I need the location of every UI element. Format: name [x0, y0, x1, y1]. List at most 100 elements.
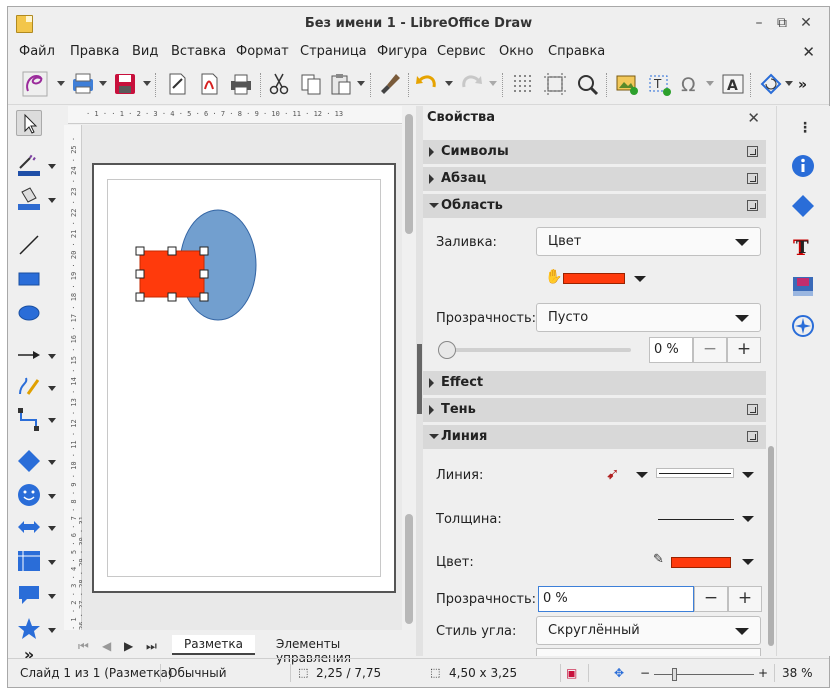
tab-controls[interactable]: Элементы управления: [264, 635, 416, 665]
zoom-level[interactable]: 38 %: [782, 666, 813, 680]
save-dropdown-arrow[interactable]: [143, 81, 151, 86]
zoom-out-button[interactable]: −: [640, 666, 650, 680]
redo-dropdown-arrow[interactable]: [489, 81, 497, 86]
edit-document-icon[interactable]: [164, 71, 190, 97]
connectors-icon[interactable]: [16, 406, 42, 432]
sidebar-splitter[interactable]: [416, 106, 423, 656]
next-tab-button[interactable]: ▶: [124, 639, 133, 653]
copy-icon[interactable]: [298, 71, 324, 97]
area-transparency-dropdown[interactable]: Пусто: [536, 303, 761, 332]
menu-file[interactable]: Файл: [19, 44, 55, 59]
properties-deck-icon[interactable]: [791, 154, 815, 178]
sidebar-scrollbar-thumb[interactable]: [768, 446, 774, 646]
minimize-button[interactable]: –: [751, 15, 767, 31]
styles-deck-icon[interactable]: TT: [791, 234, 815, 260]
line-color-dropdown-arrow[interactable]: [48, 164, 56, 169]
previous-tab-button[interactable]: ◀: [102, 639, 111, 653]
scrollbar-thumb-bottom[interactable]: [405, 514, 413, 624]
ellipse-tool-icon[interactable]: [16, 300, 42, 326]
close-window-button[interactable]: ✕: [798, 15, 814, 31]
menu-shape[interactable]: Фигура: [377, 44, 427, 59]
grid-icon[interactable]: [510, 71, 536, 97]
section-paragraph[interactable]: Абзац: [423, 167, 766, 191]
menu-insert[interactable]: Вставка: [171, 44, 226, 59]
section-effect[interactable]: Effect: [423, 371, 766, 395]
callouts-icon[interactable]: [16, 582, 42, 608]
flowchart-dropdown-arrow[interactable]: [48, 560, 56, 565]
insert-textbox-icon[interactable]: T: [646, 71, 672, 97]
fit-to-window-icon[interactable]: ✥: [614, 666, 624, 680]
menu-help[interactable]: Справка: [548, 44, 605, 59]
menu-view[interactable]: Вид: [132, 44, 158, 59]
cap-style-dropdown-partial[interactable]: [536, 648, 761, 656]
line-color-dropdown-arrow[interactable]: [742, 559, 754, 565]
menu-page[interactable]: Страница: [300, 44, 367, 59]
arrow-style-dropdown-arrow[interactable]: [636, 472, 648, 478]
section-area[interactable]: Область: [423, 194, 766, 218]
undo-dropdown-arrow[interactable]: [445, 81, 453, 86]
more-options-icon[interactable]: [747, 431, 758, 442]
special-character-icon[interactable]: Ω: [678, 71, 704, 97]
paste-icon[interactable]: [328, 71, 354, 97]
line-color-icon[interactable]: [16, 152, 42, 178]
symbol-shapes-icon[interactable]: [16, 482, 42, 508]
line-color-swatch[interactable]: [671, 557, 731, 568]
lines-arrows-icon[interactable]: [16, 342, 42, 368]
section-line[interactable]: Линия: [423, 425, 766, 449]
more-options-icon[interactable]: [747, 173, 758, 184]
basic-shapes-icon[interactable]: [16, 448, 42, 474]
close-document-button[interactable]: ✕: [802, 43, 815, 61]
new-dropdown-arrow[interactable]: [57, 81, 65, 86]
special-character-dropdown-arrow[interactable]: [706, 81, 714, 86]
helplines-icon[interactable]: [542, 71, 568, 97]
shapes-deck-icon[interactable]: [791, 194, 815, 218]
connectors-dropdown-arrow[interactable]: [48, 418, 56, 423]
document-modified-icon[interactable]: ▣: [566, 666, 577, 680]
line-width-dropdown-arrow[interactable]: [742, 516, 754, 522]
page[interactable]: [92, 163, 396, 593]
redo-icon[interactable]: [458, 71, 484, 97]
save-icon[interactable]: [112, 71, 138, 97]
block-arrows-dropdown-arrow[interactable]: [48, 526, 56, 531]
symbol-shapes-dropdown-arrow[interactable]: [48, 494, 56, 499]
navigator-deck-icon[interactable]: [791, 314, 815, 338]
stars-icon[interactable]: [16, 616, 42, 642]
curves-icon[interactable]: [16, 374, 42, 400]
line-tool-icon[interactable]: [16, 232, 42, 258]
select-tool-icon[interactable]: [16, 110, 42, 136]
transparency-slider-handle[interactable]: [438, 341, 456, 359]
area-transparency-decrease-button[interactable]: −: [693, 337, 727, 363]
arrow-style-icon[interactable]: ➹: [606, 464, 619, 483]
export-icon[interactable]: [70, 71, 96, 97]
line-transparency-increase-button[interactable]: +: [728, 586, 762, 612]
maximize-button[interactable]: ⧉: [774, 15, 790, 31]
print-icon[interactable]: [228, 71, 254, 97]
zoom-in-button[interactable]: +: [758, 666, 768, 680]
lines-arrows-dropdown-arrow[interactable]: [48, 354, 56, 359]
more-options-icon[interactable]: [747, 404, 758, 415]
fill-color-icon[interactable]: [16, 186, 42, 212]
toolbar-overflow-icon[interactable]: »: [798, 77, 818, 103]
line-transparency-decrease-button[interactable]: −: [694, 586, 728, 612]
stars-dropdown-arrow[interactable]: [48, 628, 56, 633]
flowchart-icon[interactable]: [16, 548, 42, 574]
sidebar-menu-icon[interactable]: ⋮: [798, 120, 812, 136]
rectangle-shape[interactable]: [139, 250, 205, 298]
undo-icon[interactable]: [414, 71, 440, 97]
transformations-dropdown-arrow[interactable]: [785, 81, 793, 86]
section-symbols[interactable]: Символы: [423, 140, 766, 164]
more-options-icon[interactable]: [747, 146, 758, 157]
tab-layout[interactable]: Разметка: [172, 635, 255, 655]
cut-icon[interactable]: [266, 71, 292, 97]
more-options-icon[interactable]: [747, 200, 758, 211]
line-width-preview[interactable]: [658, 519, 734, 520]
paste-dropdown-arrow[interactable]: [357, 81, 365, 86]
drawing-canvas[interactable]: [82, 125, 402, 630]
menu-format[interactable]: Формат: [236, 44, 289, 59]
menu-edit[interactable]: Правка: [70, 44, 119, 59]
first-tab-button[interactable]: ⏮: [78, 639, 89, 654]
area-transparency-increase-button[interactable]: +: [727, 337, 761, 363]
fill-color-dropdown-arrow[interactable]: [48, 198, 56, 203]
insert-image-icon[interactable]: [614, 71, 640, 97]
sidebar-close-button[interactable]: ✕: [747, 109, 760, 127]
